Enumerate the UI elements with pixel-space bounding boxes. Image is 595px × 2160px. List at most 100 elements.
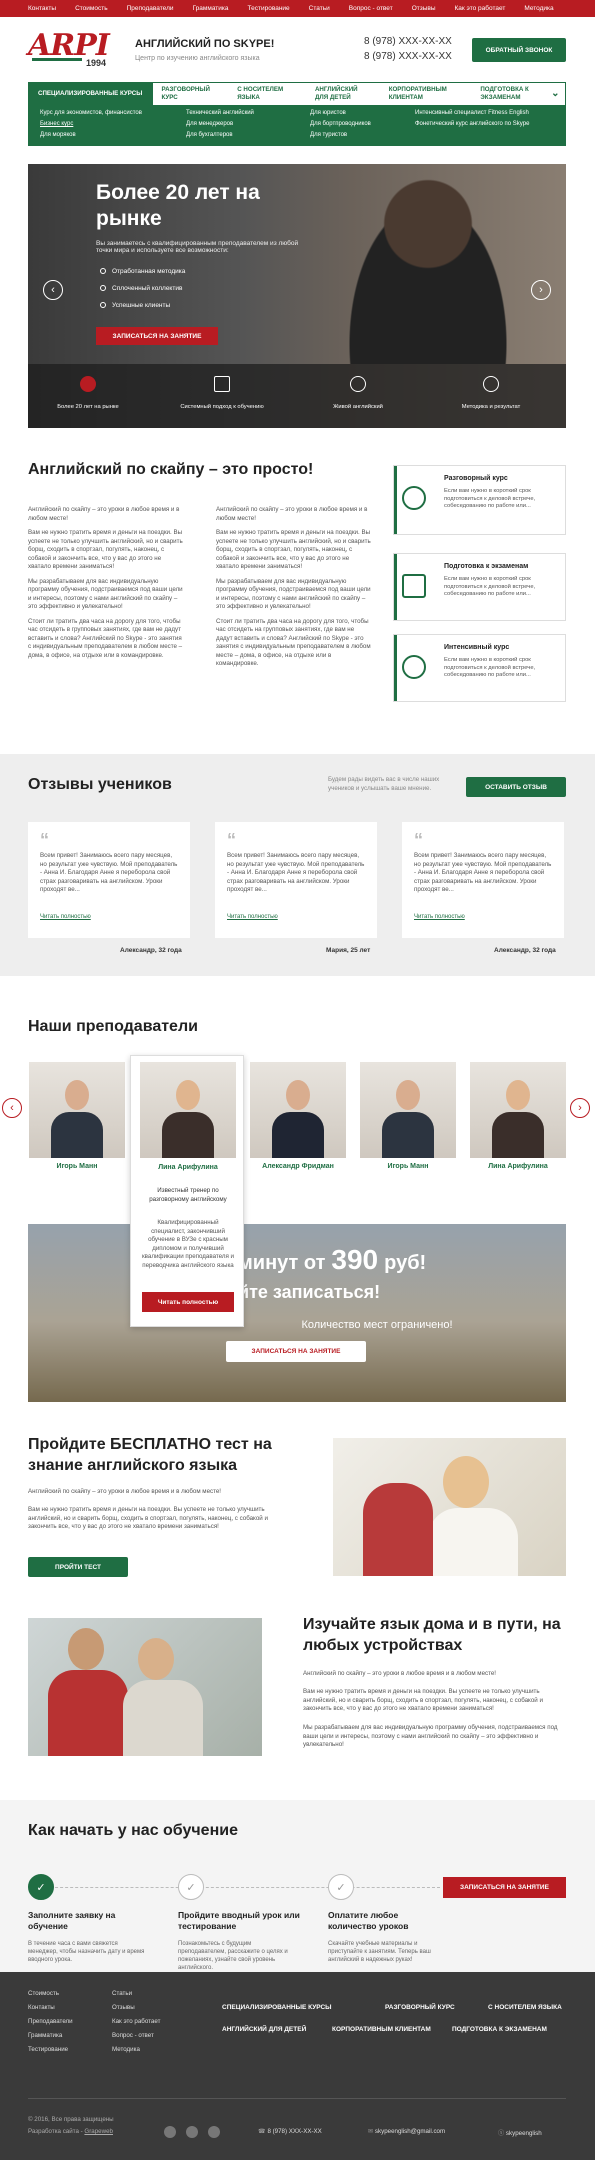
skype-icon: ⓢ — [498, 2130, 506, 2137]
hero-lead: Вы занимаетесь с квалифицированным препо… — [96, 240, 299, 254]
hero-prev-arrow-icon[interactable]: ‹ — [43, 280, 63, 300]
submenu-item[interactable]: Для бухгалтеров — [186, 132, 233, 138]
footer-link[interactable]: Тестирование — [28, 2046, 68, 2053]
test-paragraph: Английский по скайпу – это уроки в любое… — [28, 1488, 222, 1495]
teacher-name[interactable]: Александр Фридман — [250, 1163, 346, 1170]
footer-link[interactable]: Отзывы — [112, 2004, 135, 2011]
promo-signup-button[interactable]: ЗАПИСАТЬСЯ НА ЗАНЯТИЕ — [226, 1341, 366, 1362]
teachers-prev-arrow-icon[interactable]: ‹ — [2, 1098, 22, 1118]
footer-nav-item[interactable]: РАЗГОВОРНЫЙ КУРС — [385, 2004, 455, 2011]
leave-review-button[interactable]: ОСТАВИТЬ ОТЗЫВ — [466, 777, 566, 797]
submenu-item[interactable]: Фонетический курс английского по Skype — [415, 121, 529, 127]
top-link-method[interactable]: Методика — [524, 5, 553, 12]
nav-specialized[interactable]: СПЕЦИАЛИЗИРОВАННЫЕ КУРСЫ — [29, 83, 153, 105]
footer-link[interactable]: Контакты — [28, 2004, 55, 2011]
footer-skype[interactable]: ⓢ skypeenglish — [498, 2128, 542, 2137]
teacher-name[interactable]: Лина Арифулина — [470, 1163, 566, 1170]
footer-nav-item[interactable]: КОРПОРАТИВНЫМ КЛИЕНТАМ — [332, 2026, 431, 2033]
footer-link[interactable]: Статьи — [112, 1990, 132, 1997]
footer-nav-item[interactable]: ПОДГОТОВКА К ЭКЗАМЕНАМ — [452, 2026, 547, 2033]
submenu-item[interactable]: Технический английский — [186, 110, 254, 116]
teacher-name[interactable]: Игорь Манн — [29, 1163, 125, 1170]
teacher-photo[interactable] — [29, 1062, 125, 1158]
footer-link[interactable]: Как это работает — [112, 2018, 160, 2025]
twitter-icon[interactable] — [186, 2126, 198, 2138]
footer-copyright: © 2016, Все права защищены — [28, 2116, 114, 2123]
top-link-price[interactable]: Стоимость — [75, 5, 108, 12]
teacher-photo[interactable] — [360, 1062, 456, 1158]
logo[interactable]: ARPI 1994 — [28, 26, 116, 72]
logo-year: 1994 — [86, 58, 107, 68]
vk-icon[interactable] — [208, 2126, 220, 2138]
footer-link[interactable]: Грамматика — [28, 2032, 62, 2039]
submenu-item[interactable]: Интенсивный специалист Fitness English — [415, 110, 529, 116]
submenu-item[interactable]: Для бортпроводников — [310, 121, 371, 127]
about-col-2: Английский по скайпу – это уроки в любое… — [216, 506, 371, 669]
hero-title: Более 20 лет на рынке — [96, 181, 260, 230]
bullet-icon — [100, 285, 106, 291]
phone-1[interactable]: 8 (978) XXX-XX-XX — [364, 36, 452, 47]
teacher-photo — [140, 1062, 236, 1158]
take-test-button[interactable]: ПРОЙТИ ТЕСТ — [28, 1557, 128, 1577]
submenu-item[interactable]: Для туристов — [310, 132, 347, 138]
promo-line-3: Количество мест ограничено! — [301, 1319, 453, 1331]
steps-signup-button[interactable]: ЗАПИСАТЬСЯ НА ЗАНЯТИЕ — [443, 1877, 566, 1898]
nav-exams[interactable]: ПОДГОТОВКА К ЭКЗАМЕНАМ — [471, 83, 551, 105]
footer-link[interactable]: Стоимость — [28, 1990, 59, 1997]
submenu-item[interactable]: Курс для экономистов, финансистов — [40, 110, 142, 116]
card-text: Если вам нужно в короткий срок подготови… — [444, 488, 536, 509]
nav-chevron-icon[interactable]: ⌄ — [551, 83, 565, 105]
top-link-articles[interactable]: Статьи — [309, 5, 330, 12]
footer-phone[interactable]: ☎ 8 (978) XXX-XX-XX — [258, 2128, 322, 2135]
callback-button[interactable]: ОБРАТНЫЙ ЗВОНОК — [472, 38, 566, 62]
teacher-photo[interactable] — [250, 1062, 346, 1158]
phone-2[interactable]: 8 (978) XXX-XX-XX — [364, 51, 452, 62]
feature-label: Живой английский — [333, 404, 383, 410]
footer-link[interactable]: Вопрос - ответ — [112, 2032, 154, 2039]
submenu-item[interactable]: Для менеджеров — [186, 121, 233, 127]
nav-corporate[interactable]: КОРПОРАТИВНЫМ КЛИЕНТАМ — [380, 83, 472, 105]
devices-photo — [28, 1618, 262, 1756]
about-title: Английский по скайпу – это просто! — [28, 461, 314, 478]
promo-unit: руб! — [384, 1252, 427, 1274]
top-link-testing[interactable]: Тестирование — [248, 5, 290, 12]
top-link-teachers[interactable]: Преподаватели — [127, 5, 174, 12]
review-text: Всем привет! Занимаюсь всего пару месяце… — [227, 852, 365, 893]
read-more-link[interactable]: Читать полностью — [40, 914, 91, 920]
hero-signup-button[interactable]: ЗАПИСАТЬСЯ НА ЗАНЯТИЕ — [96, 327, 218, 345]
feature-label: Методика и результат — [461, 404, 521, 410]
about-paragraph: Мы разрабатываем для вас индивидуальную … — [216, 577, 371, 611]
footer-nav-item[interactable]: С НОСИТЕЛЕМ ЯЗЫКА — [488, 2004, 562, 2011]
footer-nav-item[interactable]: СПЕЦИАЛИЗИРОВАННЫЕ КУРСЫ — [222, 2004, 332, 2011]
top-link-reviews[interactable]: Отзывы — [412, 5, 436, 12]
read-more-link[interactable]: Читать полностью — [227, 914, 278, 920]
course-card-conversation[interactable]: Разговорный курс Если вам нужно в коротк… — [393, 465, 566, 535]
reviews-title: Отзывы учеников — [28, 776, 172, 793]
developer-link[interactable]: Grapeweb — [84, 2128, 113, 2135]
submenu-item[interactable]: Для моряков — [40, 132, 76, 138]
course-card-intensive[interactable]: Интенсивный курс Если вам нужно в коротк… — [393, 634, 566, 702]
top-link-grammar[interactable]: Грамматика — [193, 5, 229, 12]
top-link-faq[interactable]: Вопрос - ответ — [349, 5, 393, 12]
footer-email[interactable]: ✉ skypeenglish@gmail.com — [368, 2128, 445, 2135]
teacher-photo[interactable] — [470, 1062, 566, 1158]
top-link-how[interactable]: Как это работает — [455, 5, 506, 12]
facebook-icon[interactable] — [164, 2126, 176, 2138]
teacher-name[interactable]: Игорь Манн — [360, 1163, 456, 1170]
footer-developer: Разработка сайта - Grapeweb — [28, 2128, 113, 2135]
test-title: Пройдите БЕСПЛАТНО тест на знание англий… — [28, 1436, 272, 1474]
nav-conversation[interactable]: РАЗГОВОРНЫЙ КУРС — [153, 83, 229, 105]
hero-next-arrow-icon[interactable]: › — [531, 280, 551, 300]
submenu-item[interactable]: Для юристов — [310, 110, 346, 116]
teachers-next-arrow-icon[interactable]: › — [570, 1098, 590, 1118]
top-link-contacts[interactable]: Контакты — [28, 5, 56, 12]
nav-native[interactable]: С НОСИТЕЛЕМ ЯЗЫКА — [228, 83, 306, 105]
read-more-link[interactable]: Читать полностью — [414, 914, 465, 920]
footer-link[interactable]: Методика — [112, 2046, 140, 2053]
course-card-exams[interactable]: Подготовка к экзаменам Если вам нужно в … — [393, 553, 566, 621]
footer-nav-item[interactable]: АНГЛИЙСКИЙ ДЛЯ ДЕТЕЙ — [222, 2026, 306, 2033]
read-full-button[interactable]: Читать полностью — [142, 1292, 234, 1312]
footer-link[interactable]: Преподаватели — [28, 2018, 73, 2025]
submenu-item[interactable]: Бизнес курс — [40, 121, 73, 127]
nav-kids[interactable]: АНГЛИЙСКИЙ ДЛЯ ДЕТЕЙ — [306, 83, 380, 105]
